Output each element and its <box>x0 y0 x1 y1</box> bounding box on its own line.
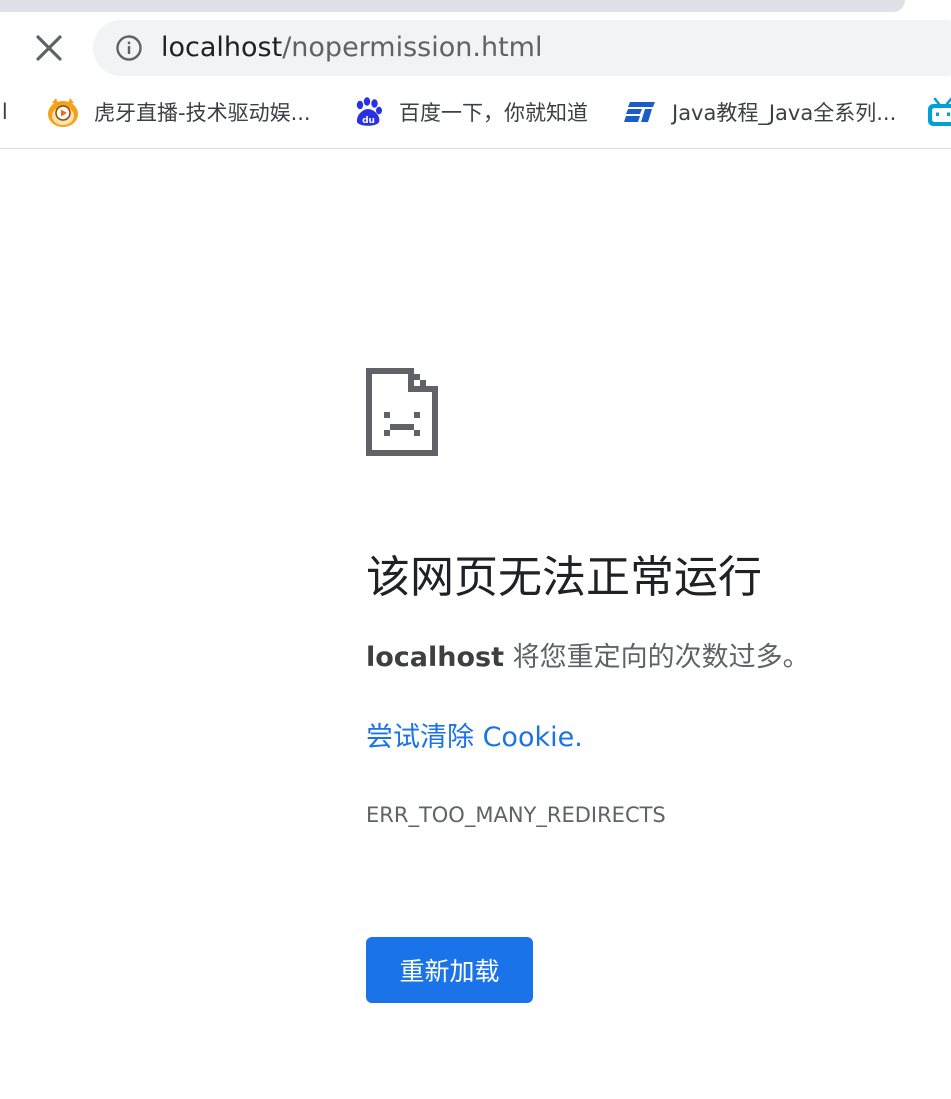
bookmark-label: il <box>0 100 8 124</box>
bookmark-label: 百度一下，你就知道 <box>399 101 588 125</box>
error-title: 该网页无法正常运行 <box>366 552 762 603</box>
address-bar[interactable]: localhost/nopermission.html <box>93 20 951 76</box>
huya-icon <box>48 98 78 127</box>
stop-loading-button[interactable] <box>29 28 69 68</box>
bookmark-baidu[interactable]: du 百度一下，你就知道 <box>351 90 588 134</box>
bookmark-mail[interactable]: il <box>0 90 8 134</box>
browser-toolbar: localhost/nopermission.html il 虎牙直播-技术驱动… <box>0 0 951 149</box>
tab-strip <box>0 0 905 12</box>
sad-page-icon <box>366 368 438 456</box>
bilibili-icon <box>928 97 951 126</box>
url-text[interactable]: localhost/nopermission.html <box>161 30 542 66</box>
reload-button[interactable]: 重新加载 <box>366 937 533 1003</box>
bookmark-bilibili[interactable] <box>926 90 951 134</box>
url-path: /nopermission.html <box>282 32 543 63</box>
error-host: localhost <box>366 642 505 673</box>
clear-cookies-link[interactable]: 尝试清除 Cookie. <box>366 718 583 758</box>
error-message: localhost 将您重定向的次数过多。 <box>366 638 810 678</box>
url-host: localhost <box>161 32 283 63</box>
bookmark-huya[interactable]: 虎牙直播-技术驱动娱... <box>46 90 311 134</box>
close-icon <box>36 35 62 61</box>
baidu-icon: du <box>356 97 382 126</box>
bookmark-label: 虎牙直播-技术驱动娱... <box>94 101 311 125</box>
info-icon[interactable] <box>115 34 143 62</box>
bookmarks-bar: il 虎牙直播-技术驱动娱... du 百度一下，你就知道 <box>0 90 951 134</box>
error-message-text: 将您重定向的次数过多。 <box>504 642 810 673</box>
bookmark-java-tutorial[interactable]: Java教程_Java全系列... <box>624 90 896 134</box>
error-code: ERR_TOO_MANY_REDIRECTS <box>366 803 666 827</box>
svg-text:du: du <box>362 116 375 126</box>
java-tutorial-icon <box>624 102 655 122</box>
bookmark-label: Java教程_Java全系列... <box>672 101 897 125</box>
